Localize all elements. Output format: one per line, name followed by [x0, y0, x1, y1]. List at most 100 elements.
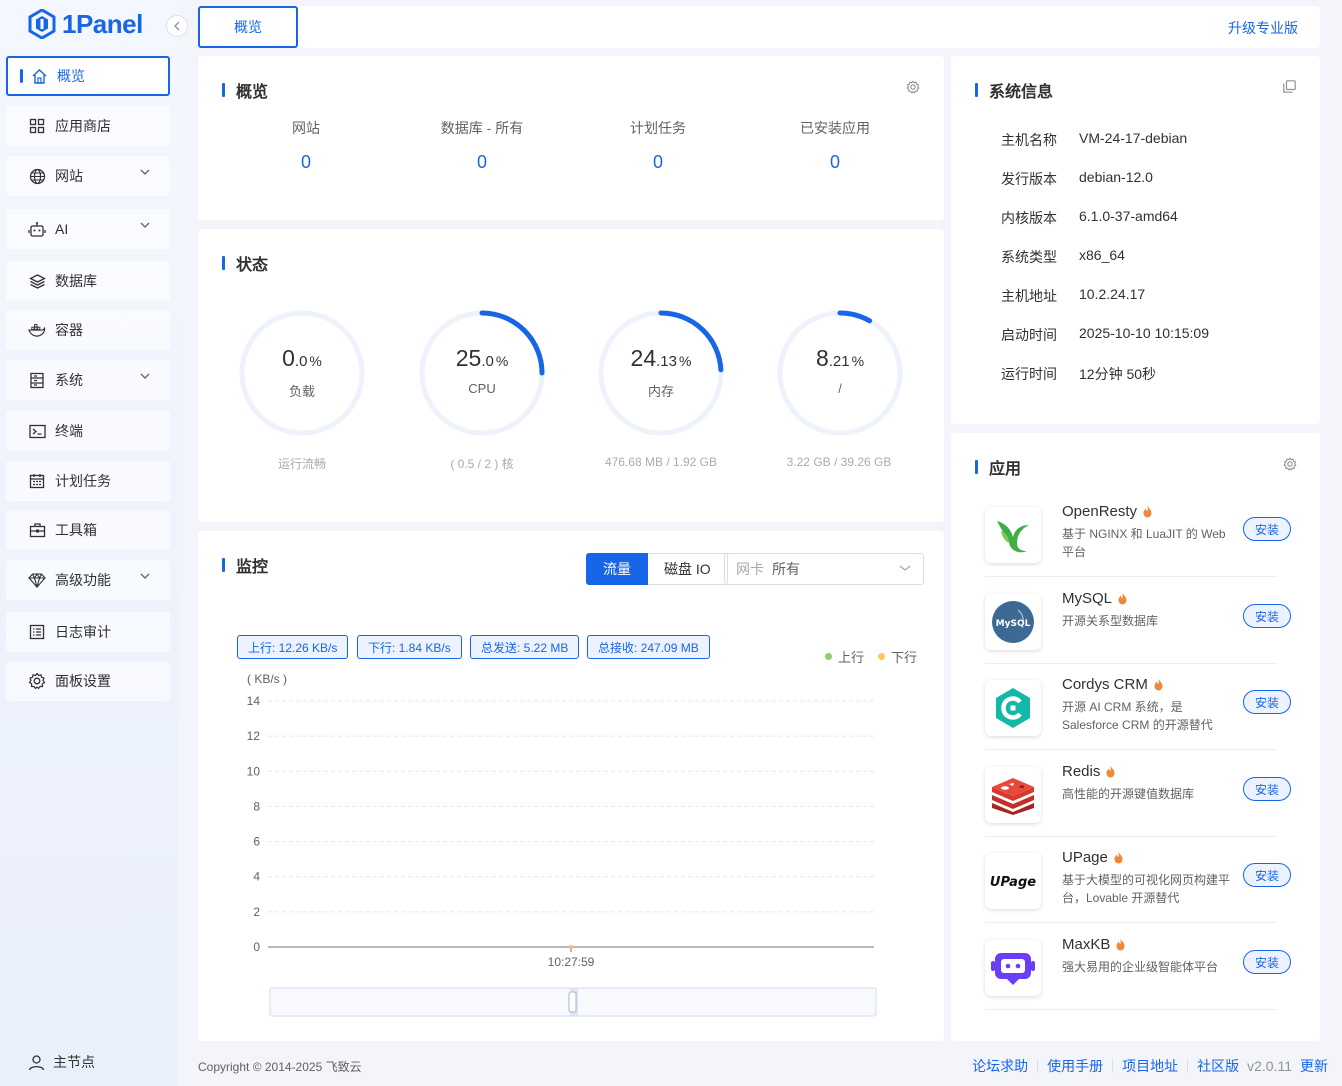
link-project[interactable]: 项目地址 [1122, 1056, 1178, 1076]
gauge-cpu[interactable]: 25.0% CPU [416, 307, 548, 439]
diamond-icon [28, 571, 46, 589]
stat-label: 计划任务 [630, 120, 686, 136]
install-button[interactable]: 安装 [1243, 604, 1291, 628]
sidebar-item-label: 终端 [55, 423, 83, 439]
user-icon [28, 1054, 45, 1070]
gauge-value: 0.0% [282, 345, 322, 371]
version-label: v2.0.11 [1247, 1058, 1292, 1074]
copyright: Copyright © 2014-2025 飞致云 [198, 1060, 362, 1074]
gauge-label: CPU [468, 381, 496, 396]
sidebar-item-label: 系统 [55, 372, 83, 388]
gauge-subtext: 476.68 MB / 1.92 GB [604, 455, 718, 469]
sidebar-item-advanced[interactable]: 高级功能 [6, 560, 170, 600]
overview-cron-jobs[interactable]: 计划任务 0 [568, 118, 748, 173]
y-tick-label: 10 [247, 764, 261, 778]
y-tick-label: 4 [253, 870, 260, 884]
server-icon [28, 371, 46, 389]
y-tick-label: 0 [253, 940, 260, 954]
sidebar-item-databases[interactable]: 数据库 [6, 261, 170, 301]
hot-flame-icon [1106, 765, 1115, 778]
collapse-sidebar-button[interactable] [166, 15, 188, 37]
gauge-value: 24.13% [630, 345, 692, 371]
system-info-title: 系统信息 [975, 78, 1053, 102]
app-name: MySQL [1062, 590, 1113, 607]
sidebar: 1Panel 概览 应用商店 网站 AI 数据库 容器 系统 终端 计划任务 工… [0, 0, 188, 1086]
hot-flame-icon [1143, 505, 1152, 518]
footer: Copyright © 2014-2025 飞致云 论坛求助 使用手册 项目地址… [198, 1056, 1328, 1076]
app-description: 强大易用的企业级智能体平台 [1062, 960, 1219, 974]
status-card: 状态 0.0% 负载 运行流畅 25.0% CPU ( 0.5 / 2 ) 核 … [198, 229, 944, 522]
app-item-mysql[interactable]: MySQL MySQL 开源关系型数据库 安装 [985, 586, 1291, 664]
cordys-icon [985, 680, 1041, 736]
sidebar-item-toolbox[interactable]: 工具箱 [6, 510, 170, 550]
gauge-label: 内存 [647, 384, 674, 399]
info-row-arch: 系统类型 x86_64 [1001, 247, 1125, 265]
sidebar-item-label: 高级功能 [55, 572, 111, 588]
hot-flame-icon [1116, 938, 1125, 951]
logo-icon [28, 9, 56, 39]
overview-installed-apps[interactable]: 已安装应用 0 [745, 118, 925, 173]
gauge-memory[interactable]: 24.13% 内存 [595, 307, 727, 439]
maxkb-icon [985, 940, 1041, 996]
link-forum[interactable]: 论坛求助 [972, 1056, 1028, 1076]
install-button[interactable]: 安装 [1243, 863, 1291, 887]
divider [1187, 1059, 1189, 1073]
brand-logo[interactable]: 1Panel [28, 8, 143, 40]
gear-icon[interactable] [1283, 457, 1297, 471]
gear-icon[interactable] [906, 80, 920, 94]
sidebar-item-terminal[interactable]: 终端 [6, 411, 170, 451]
node-switcher[interactable]: 主节点 [28, 1052, 95, 1072]
install-button[interactable]: 安装 [1243, 690, 1291, 714]
hot-flame-icon [1118, 592, 1127, 605]
docker-icon [28, 321, 46, 339]
sidebar-item-cron[interactable]: 计划任务 [6, 461, 170, 501]
gauge-disk[interactable]: 8.21% / [774, 307, 906, 439]
sidebar-item-websites[interactable]: 网站 [6, 156, 170, 196]
sidebar-item-containers[interactable]: 容器 [6, 310, 170, 350]
info-row-uptime: 运行时间 12分钟 50秒 [1001, 366, 1157, 382]
app-name: Cordys CRM [1062, 676, 1148, 693]
sidebar-item-label: 概览 [57, 68, 85, 84]
app-item-redis[interactable]: Redis 高性能的开源键值数据库 安装 [985, 759, 1291, 837]
copy-icon[interactable] [1283, 80, 1296, 93]
sidebar-item-settings[interactable]: 面板设置 [6, 661, 170, 701]
redis-icon [985, 767, 1041, 823]
system-info-card: 系统信息 主机名称 VM-24-17-debian 发行版本 debian-12.0… [951, 56, 1320, 424]
sidebar-item-label: 面板设置 [55, 673, 111, 689]
gauge-load[interactable]: 0.0% 负载 [236, 307, 368, 439]
traffic-chart[interactable]: ( KB/s ) 14 12 10 8 6 4 2 0 10:27:59 [198, 531, 944, 1041]
overview-databases[interactable]: 数据库 - 所有 0 [392, 118, 572, 173]
top-bar: 概览 升级专业版 [198, 6, 1320, 48]
install-button[interactable]: 安装 [1243, 777, 1291, 801]
app-item-maxkb[interactable]: MaxKB 强大易用的企业级智能体平台 安装 [985, 932, 1291, 1010]
install-button[interactable]: 安装 [1243, 517, 1291, 541]
info-row-distro: 发行版本 debian-12.0 [1001, 169, 1153, 187]
app-item-cordys-crm[interactable]: Cordys CRM 开源 AI CRM 系统，是 Salesforce CRM… [985, 672, 1291, 750]
app-description: 开源 AI CRM 系统，是 Salesforce CRM 的开源替代 [1062, 700, 1213, 732]
stat-label: 数据库 - 所有 [440, 120, 524, 136]
overview-websites[interactable]: 网站 0 [216, 118, 396, 173]
hot-flame-icon [1114, 851, 1123, 864]
sidebar-item-audit-logs[interactable]: 日志审计 [6, 612, 170, 652]
link-edition[interactable]: 社区版 [1197, 1056, 1239, 1076]
install-button[interactable]: 安装 [1243, 950, 1291, 974]
upgrade-pro-link[interactable]: 升级专业版 [1228, 18, 1298, 38]
sidebar-item-app-store[interactable]: 应用商店 [6, 106, 170, 146]
info-row-hostname: 主机名称 VM-24-17-debian [1001, 130, 1188, 148]
apps-card: 应用 OpenResty 基于 NGINX 和 LuaJIT 的 Web 平台 … [951, 433, 1320, 1041]
sidebar-item-system[interactable]: 系统 [6, 360, 170, 400]
sidebar-item-ai[interactable]: AI [6, 209, 170, 249]
grid-icon [28, 117, 46, 135]
app-item-upage[interactable]: UPage UPage 基于大模型的可视化网页构建平台，Lovable 开源替代… [985, 845, 1291, 923]
brand-name: 1Panel [62, 8, 143, 39]
update-link[interactable]: 更新 [1300, 1056, 1328, 1076]
link-docs[interactable]: 使用手册 [1047, 1056, 1103, 1076]
info-row-host-address: 主机地址 10.2.24.17 [1001, 286, 1146, 304]
app-item-openresty[interactable]: OpenResty 基于 NGINX 和 LuaJIT 的 Web 平台 安装 [985, 499, 1291, 577]
sidebar-item-overview[interactable]: 概览 [6, 56, 170, 96]
app-description: 基于 NGINX 和 LuaJIT 的 Web 平台 [1062, 527, 1226, 559]
monitor-card: 监控 流量 磁盘 IO 网卡 所有 上行: 12.26 KB/s 下行: 1.8… [198, 531, 944, 1041]
data-point [569, 945, 573, 949]
gauge-subtext: 3.22 GB / 39.26 GB [786, 455, 892, 469]
tab-overview[interactable]: 概览 [198, 6, 298, 48]
